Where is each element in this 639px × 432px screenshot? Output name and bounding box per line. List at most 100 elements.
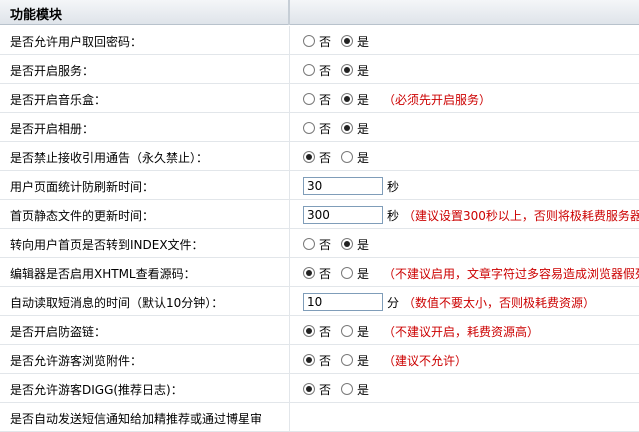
section-header: 功能模块: [0, 0, 639, 25]
setting-label: 是否允许游客浏览附件：: [10, 354, 143, 368]
radio-no-label: 否: [319, 382, 332, 397]
setting-row: 首页静态文件的更新时间： 秒（建议设置300秒以上，否则将极耗费服务器: [0, 200, 639, 229]
setting-label: 用户页面统计防刷新时间：: [10, 180, 155, 194]
radio-no[interactable]: [303, 93, 315, 105]
radio-yes[interactable]: [341, 64, 354, 76]
column-divider: [289, 258, 290, 286]
setting-control: 否是: [303, 119, 379, 137]
radio-yes-label: 是: [357, 353, 370, 368]
setting-label: 编辑器是否启用XHTML查看源码：: [10, 267, 196, 281]
setting-row: 是否开启防盗链： 否 是 （不建议开启，耗费资源高）: [0, 316, 639, 345]
radio-yes-label: 是: [357, 150, 370, 165]
setting-label: 自动读取短消息的时间（默认10分钟）：: [10, 296, 224, 310]
setting-label: 转向用户首页是否转到INDEX文件：: [10, 238, 204, 252]
radio-yes[interactable]: [341, 267, 354, 279]
radio-yes[interactable]: [341, 238, 354, 250]
section-title: 功能模块: [10, 8, 63, 23]
radio-yes[interactable]: [341, 122, 354, 134]
setting-note: （建议设置300秒以上，否则将极耗费服务器: [403, 208, 639, 223]
radio-no-label: 否: [319, 237, 332, 252]
column-divider: [289, 374, 290, 402]
radio-no-label: 否: [319, 63, 332, 78]
radio-no[interactable]: [303, 383, 315, 395]
radio-yes[interactable]: [341, 325, 354, 337]
setting-note: （必须先开启服务）: [383, 92, 492, 107]
radio-yes-label: 是: [357, 237, 370, 252]
setting-row: 是否开启服务： 否是: [0, 55, 639, 84]
radio-no[interactable]: [303, 151, 315, 163]
column-divider: [289, 171, 290, 199]
setting-input[interactable]: [303, 293, 383, 311]
radio-no[interactable]: [303, 35, 315, 47]
setting-control: 否 是 （建议不允许）: [303, 351, 467, 369]
setting-control: 秒（建议设置300秒以上，否则将极耗费服务器: [303, 206, 639, 224]
setting-control: 否 是 （不建议开启，耗费资源高）: [303, 322, 539, 340]
setting-input[interactable]: [303, 177, 383, 195]
setting-note: （建议不允许）: [383, 353, 468, 368]
column-divider: [289, 55, 290, 83]
column-divider: [289, 345, 290, 373]
unit-label: 秒: [387, 179, 400, 194]
radio-yes[interactable]: [341, 35, 354, 47]
setting-label: 是否允许用户取回密码：: [10, 35, 143, 49]
column-divider: [289, 142, 290, 170]
column-divider: [289, 200, 290, 228]
setting-row: 自动读取短消息的时间（默认10分钟）： 分（数值不要太小，否则极耗费资源）: [0, 287, 639, 316]
radio-yes[interactable]: [341, 354, 354, 366]
radio-no-label: 否: [319, 324, 332, 339]
setting-input[interactable]: [303, 206, 383, 224]
setting-note: （不建议开启，耗费资源高）: [383, 324, 540, 339]
radio-yes-label: 是: [357, 324, 370, 339]
setting-row: 是否自动发送短信通知给加精推荐或通过博星审: [0, 403, 639, 432]
radio-no-label: 否: [319, 266, 332, 281]
setting-label: 是否开启防盗链：: [10, 325, 107, 339]
setting-row: 是否允许游客DIGG(推荐日志)：否是: [0, 374, 639, 403]
column-divider: [289, 84, 290, 112]
header-divider: [288, 0, 290, 25]
radio-no[interactable]: [303, 238, 315, 250]
setting-control: 否是: [303, 235, 379, 253]
setting-row: 用户页面统计防刷新时间： 秒: [0, 171, 639, 200]
setting-label: 是否开启服务：: [10, 64, 95, 78]
setting-note: （不建议启用，文章字符过多容易造成浏览器假死: [383, 266, 639, 281]
setting-control: 否 是 （必须先开启服务）: [303, 90, 491, 108]
setting-note: （数值不要太小，否则极耗费资源）: [403, 295, 596, 310]
setting-row: 是否禁止接收引用通告（永久禁止）：否是: [0, 142, 639, 171]
column-divider: [289, 113, 290, 141]
setting-control: 分（数值不要太小，否则极耗费资源）: [303, 293, 595, 311]
setting-label: 首页静态文件的更新时间：: [10, 209, 155, 223]
unit-label: 分: [387, 295, 400, 310]
radio-no-label: 否: [319, 34, 332, 49]
setting-label: 是否允许游客DIGG(推荐日志)：: [10, 383, 183, 397]
radio-yes-label: 是: [357, 266, 370, 281]
radio-no-label: 否: [319, 150, 332, 165]
column-divider: [289, 229, 290, 257]
radio-no[interactable]: [303, 122, 315, 134]
setting-label: 是否自动发送短信通知给加精推荐或通过博星审: [10, 412, 263, 426]
radio-no-label: 否: [319, 353, 332, 368]
setting-row: 转向用户首页是否转到INDEX文件：否是: [0, 229, 639, 258]
radio-yes[interactable]: [341, 383, 354, 395]
radio-yes-label: 是: [357, 382, 370, 397]
setting-label: 是否禁止接收引用通告（永久禁止）：: [10, 151, 209, 165]
radio-no[interactable]: [303, 354, 315, 366]
setting-row: 编辑器是否启用XHTML查看源码： 否 是 （不建议启用，文章字符过多容易造成浏览器假…: [0, 258, 639, 287]
radio-no[interactable]: [303, 64, 315, 76]
setting-label: 是否开启音乐盒：: [10, 93, 107, 107]
column-divider: [289, 287, 290, 315]
radio-yes-label: 是: [357, 92, 370, 107]
column-divider: [289, 26, 290, 54]
radio-yes[interactable]: [341, 151, 354, 163]
radio-no[interactable]: [303, 325, 315, 337]
setting-row: 是否允许游客浏览附件： 否 是 （建议不允许）: [0, 345, 639, 374]
radio-no[interactable]: [303, 267, 315, 279]
radio-yes[interactable]: [341, 93, 354, 105]
setting-control: 否是: [303, 148, 379, 166]
unit-label: 秒: [387, 208, 400, 223]
setting-control: 否是: [303, 32, 379, 50]
setting-control: 否 是 （不建议启用，文章字符过多容易造成浏览器假死: [303, 264, 639, 282]
setting-control: 否是: [303, 380, 379, 398]
setting-row: 是否允许用户取回密码： 否是: [0, 26, 639, 55]
setting-row: 是否开启音乐盒： 否 是 （必须先开启服务）: [0, 84, 639, 113]
setting-control: 否是: [303, 61, 379, 79]
